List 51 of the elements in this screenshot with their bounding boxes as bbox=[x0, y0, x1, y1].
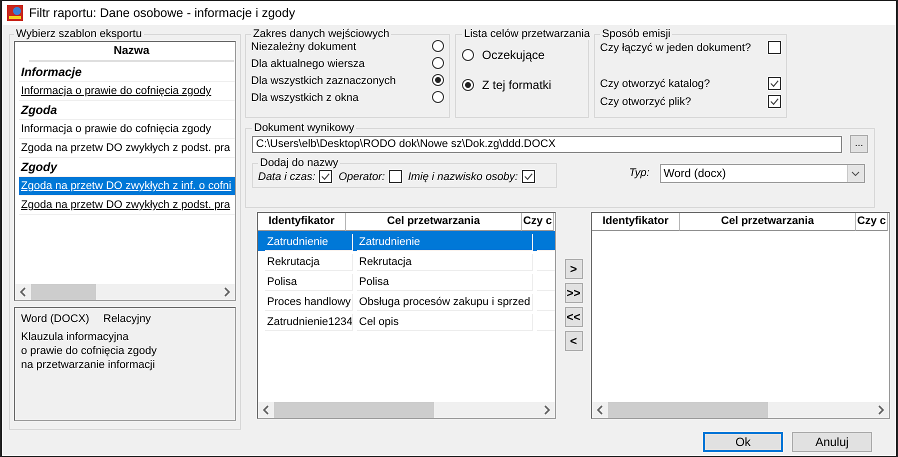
option-label: Czy łączyć w jeden dokument? bbox=[600, 41, 752, 55]
column-header[interactable]: Cel przetwarzania bbox=[346, 213, 522, 231]
template-item[interactable]: Informacja o prawie do cofnięcia zgody bbox=[19, 120, 235, 139]
option-label: Czy otworzyć katalog? bbox=[600, 77, 712, 91]
group-title: Zakres danych wejściowych bbox=[252, 28, 390, 40]
dialog-button[interactable]: Anuluj bbox=[792, 432, 872, 452]
option-label: Operator: bbox=[338, 170, 385, 182]
option-label: Data i czas: bbox=[258, 170, 316, 182]
option-label: Niezależny dokument bbox=[251, 40, 358, 54]
table-cell: Zatrudnienie1234 bbox=[265, 314, 353, 331]
move-button[interactable]: > bbox=[564, 259, 582, 279]
window-title: Filtr raportu: Dane osobowe - informacje i zgody bbox=[29, 6, 296, 20]
dialog-button[interactable]: Ok bbox=[703, 432, 783, 452]
format-text: Word (DOCX) bbox=[21, 313, 90, 325]
group-title: Dodaj do nazwy bbox=[259, 157, 340, 169]
template-item[interactable]: Informacja o prawie do cofnięcia zgody bbox=[19, 82, 235, 101]
group-title: Dokument wynikowy bbox=[253, 122, 356, 134]
browse-button[interactable]: ... bbox=[850, 135, 868, 153]
table-row[interactable]: Zatrudnienie Zatrudnienie bbox=[258, 231, 555, 251]
group-title: Sposób emisji bbox=[601, 28, 672, 40]
move-button[interactable]: >> bbox=[564, 283, 582, 303]
template-group-header[interactable]: Informacje bbox=[19, 63, 235, 82]
description-line: Klauzula informacyjna bbox=[21, 331, 130, 343]
move-button[interactable]: << bbox=[564, 307, 582, 327]
option-label: Dla wszystkich zaznaczonych bbox=[251, 74, 397, 88]
column-header[interactable]: Czy c bbox=[856, 213, 888, 231]
table-cell: Cel opis bbox=[357, 314, 533, 331]
path-field[interactable]: C:\Users\elb\Desktop\RODO dok\Nowe sz\Dok.zg\ddd.DOCX bbox=[252, 136, 842, 152]
model-text: Relacyjny bbox=[103, 313, 151, 325]
template-group-header[interactable]: Zgoda bbox=[19, 101, 235, 120]
option-label: Dla wszystkich z okna bbox=[251, 91, 360, 105]
description-line: o prawie do cofnięcia zgody bbox=[21, 345, 158, 357]
option-label: Z tej formatki bbox=[482, 78, 552, 92]
type-dropdown[interactable]: Word (docx) bbox=[660, 164, 865, 183]
column-header[interactable]: Nazwa bbox=[29, 43, 234, 62]
option-label: Czy otworzyć plik? bbox=[600, 95, 692, 109]
column-header[interactable]: Identyfikator bbox=[592, 213, 680, 231]
template-item[interactable]: Zgoda na przetw DO zwykłych z podst. pra bbox=[19, 139, 235, 158]
template-item[interactable]: Zgoda na przetw DO zwykłych z inf. o cofni bbox=[19, 177, 235, 196]
column-header[interactable]: Czy c bbox=[522, 213, 554, 231]
move-button[interactable]: < bbox=[564, 331, 582, 351]
column-header[interactable]: Cel przetwarzania bbox=[680, 213, 856, 231]
option-label: Imię i nazwisko osoby: bbox=[408, 170, 518, 182]
template-item[interactable]: Zgoda na przetw DO zwykłych z podst. pra bbox=[19, 196, 235, 215]
option-label: Oczekujące bbox=[482, 48, 545, 62]
group-title: Wybierz szablon eksportu bbox=[15, 28, 143, 40]
column-header[interactable]: Identyfikator bbox=[258, 213, 346, 231]
description-line: na przetwarzanie informacji bbox=[21, 359, 156, 371]
option-label: Dla aktualnego wiersza bbox=[251, 57, 366, 71]
type-label: Typ: bbox=[629, 167, 650, 179]
group-title: Lista celów przetwarzania bbox=[463, 28, 591, 40]
